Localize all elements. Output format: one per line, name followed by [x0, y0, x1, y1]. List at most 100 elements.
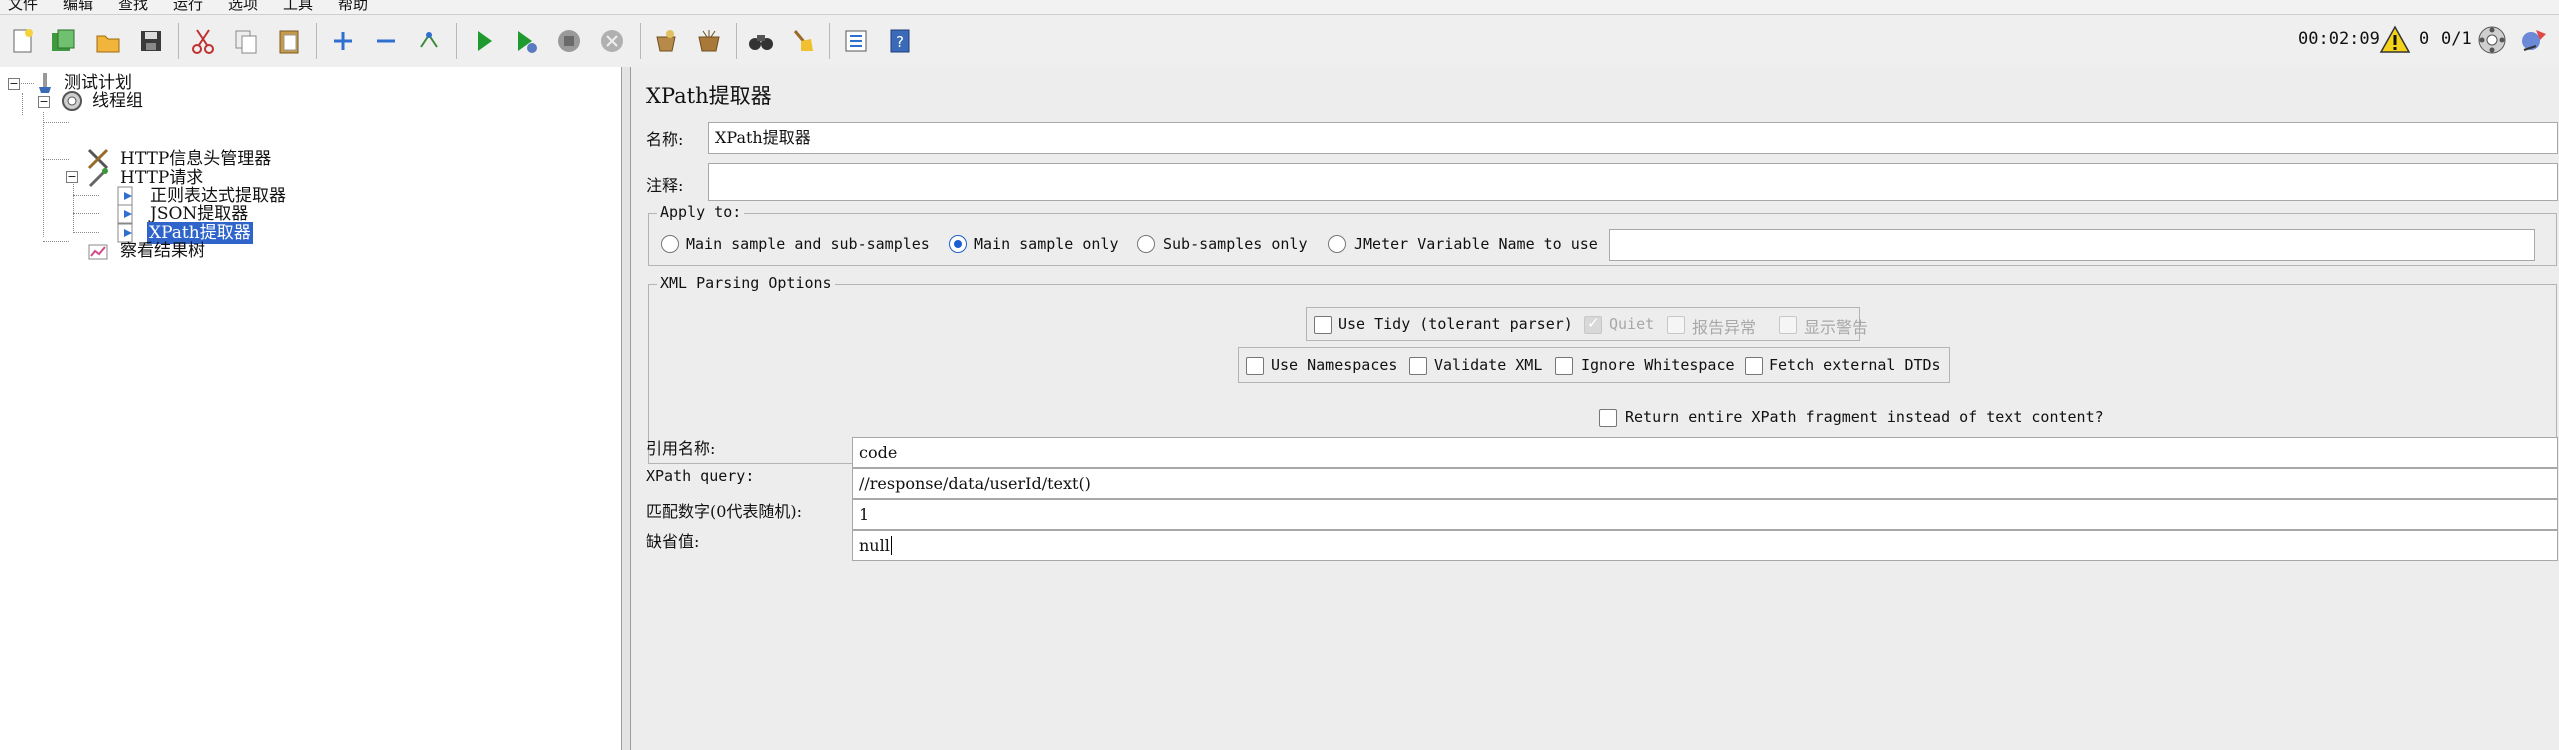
name-label: 名称:	[646, 130, 684, 149]
split-pane-divider[interactable]	[622, 67, 631, 750]
http-sampler-icon	[88, 168, 108, 188]
menu-bar: 文件 编辑 查找 运行 选项 工具 帮助	[0, 0, 2559, 14]
radio-sub-only-label: Sub-samples only	[1163, 235, 1308, 253]
new-icon[interactable]	[6, 25, 38, 57]
tree-connector	[73, 232, 99, 233]
help-icon[interactable]: ?	[884, 25, 916, 57]
use-namespaces-checkbox[interactable]	[1246, 357, 1264, 375]
apply-to-title: Apply to:	[657, 203, 745, 221]
menu-run[interactable]: 运行	[173, 0, 203, 14]
menu-edit[interactable]: 编辑	[63, 0, 93, 14]
tree-item-thread-group[interactable]: 线程组	[92, 90, 143, 112]
clear-all-icon[interactable]	[693, 25, 725, 57]
clear-icon[interactable]	[650, 25, 682, 57]
name-field[interactable]: XPath提取器	[708, 122, 2558, 154]
stop-icon[interactable]	[553, 25, 585, 57]
tree-connector	[43, 112, 44, 237]
report-errors-label: 报告异常	[1692, 318, 1757, 337]
match-no-field[interactable]: 1	[852, 499, 2558, 530]
toolbar: ? 00:02:09 0 0/1	[0, 14, 2559, 68]
radio-sub-only[interactable]	[1137, 235, 1155, 253]
menu-file[interactable]: 文件	[8, 0, 38, 14]
warning-count: 0	[2419, 29, 2430, 49]
tree-connector	[73, 177, 74, 233]
ref-name-field[interactable]: code	[852, 437, 2558, 468]
quiet-label: Quiet	[1609, 315, 1655, 333]
fetch-dtds-label: Fetch external DTDs	[1769, 356, 1941, 374]
menu-tools[interactable]: 工具	[283, 0, 313, 14]
paste-icon[interactable]	[273, 25, 305, 57]
ignore-whitespace-checkbox[interactable]	[1555, 357, 1573, 375]
xml-parsing-title: XML Parsing Options	[657, 274, 835, 292]
fetch-dtds-checkbox[interactable]	[1745, 357, 1763, 375]
report-errors-checkbox[interactable]	[1667, 316, 1685, 334]
collapse-icon[interactable]	[370, 25, 402, 57]
toolbar-separator	[736, 23, 737, 59]
copy-icon[interactable]	[230, 25, 262, 57]
tree-connector	[43, 241, 69, 242]
match-no-label: 匹配数字(0代表随机):	[646, 502, 803, 521]
radio-main-and-sub-label: Main sample and sub-samples	[686, 235, 930, 253]
thread-group-icon	[62, 91, 82, 111]
tree-item-result-tree[interactable]: 察看结果树	[120, 240, 205, 262]
use-tidy-checkbox[interactable]	[1314, 316, 1332, 334]
use-namespaces-label: Use Namespaces	[1271, 356, 1398, 374]
expander-collapse-icon[interactable]: −	[8, 78, 20, 90]
shutdown-icon[interactable]	[596, 25, 628, 57]
elapsed-time: 00:02:09	[2298, 29, 2380, 49]
expander-collapse-icon[interactable]: −	[66, 171, 78, 183]
log-viewer-icon[interactable]	[2518, 24, 2550, 56]
reset-search-icon[interactable]	[787, 25, 819, 57]
comment-label: 注释:	[646, 176, 684, 195]
show-warnings-checkbox[interactable]	[1779, 316, 1797, 334]
start-icon[interactable]	[468, 25, 500, 57]
default-value-text: null	[859, 536, 890, 555]
xpath-query-label: XPath query:	[646, 467, 755, 485]
default-value-label: 缺省值:	[646, 532, 700, 551]
radio-main-and-sub[interactable]	[661, 235, 679, 253]
return-fragment-checkbox[interactable]	[1599, 409, 1617, 427]
xpath-query-field[interactable]: //response/data/userId/text()	[852, 468, 2558, 499]
remote-icon[interactable]	[2476, 24, 2508, 56]
templates-icon[interactable]	[47, 25, 79, 57]
expander-collapse-icon[interactable]: −	[38, 96, 50, 108]
active-threads: 0/1	[2441, 29, 2472, 49]
warning-icon[interactable]	[2379, 24, 2411, 56]
listener-icon	[88, 244, 108, 260]
panel-title: XPath提取器	[646, 84, 772, 108]
comment-field[interactable]	[708, 163, 2558, 201]
function-helper-icon[interactable]	[840, 25, 872, 57]
tree-connector	[73, 195, 99, 196]
radio-variable-name-label: JMeter Variable Name to use	[1354, 235, 1598, 253]
toolbar-separator	[829, 23, 830, 59]
tree-connector	[43, 159, 69, 160]
variable-name-field[interactable]	[1609, 229, 2535, 261]
use-tidy-label: Use Tidy (tolerant parser)	[1338, 315, 1573, 333]
radio-main-only[interactable]	[949, 235, 967, 253]
test-plan-tree: − 测试计划 − 线程组 HTTP信息头管理器 − HTTP请求 正则表达式提取…	[0, 67, 622, 750]
save-icon[interactable]	[135, 25, 167, 57]
expand-icon[interactable]	[327, 25, 359, 57]
menu-search[interactable]: 查找	[118, 0, 148, 14]
toolbar-separator	[640, 23, 641, 59]
toolbar-separator	[178, 23, 179, 59]
svg-text:?: ?	[896, 33, 904, 51]
ref-name-label: 引用名称:	[646, 439, 716, 458]
return-fragment-label: Return entire XPath fragment instead of …	[1625, 408, 2104, 426]
menu-options[interactable]: 选项	[228, 0, 258, 14]
toggle-icon[interactable]	[413, 25, 445, 57]
validate-xml-checkbox[interactable]	[1409, 357, 1427, 375]
cut-icon[interactable]	[187, 25, 219, 57]
open-icon[interactable]	[92, 25, 124, 57]
menu-help[interactable]: 帮助	[338, 0, 368, 14]
quiet-checkbox[interactable]	[1584, 314, 1602, 334]
search-icon[interactable]	[745, 25, 777, 57]
ignore-whitespace-label: Ignore Whitespace	[1581, 356, 1735, 374]
radio-variable-name[interactable]	[1328, 235, 1346, 253]
tree-connector	[22, 93, 23, 115]
test-plan-icon	[39, 73, 51, 93]
toolbar-separator	[456, 23, 457, 59]
start-no-pause-icon[interactable]	[510, 25, 542, 57]
default-value-field[interactable]: null	[852, 530, 2558, 561]
toolbar-separator	[316, 23, 317, 59]
